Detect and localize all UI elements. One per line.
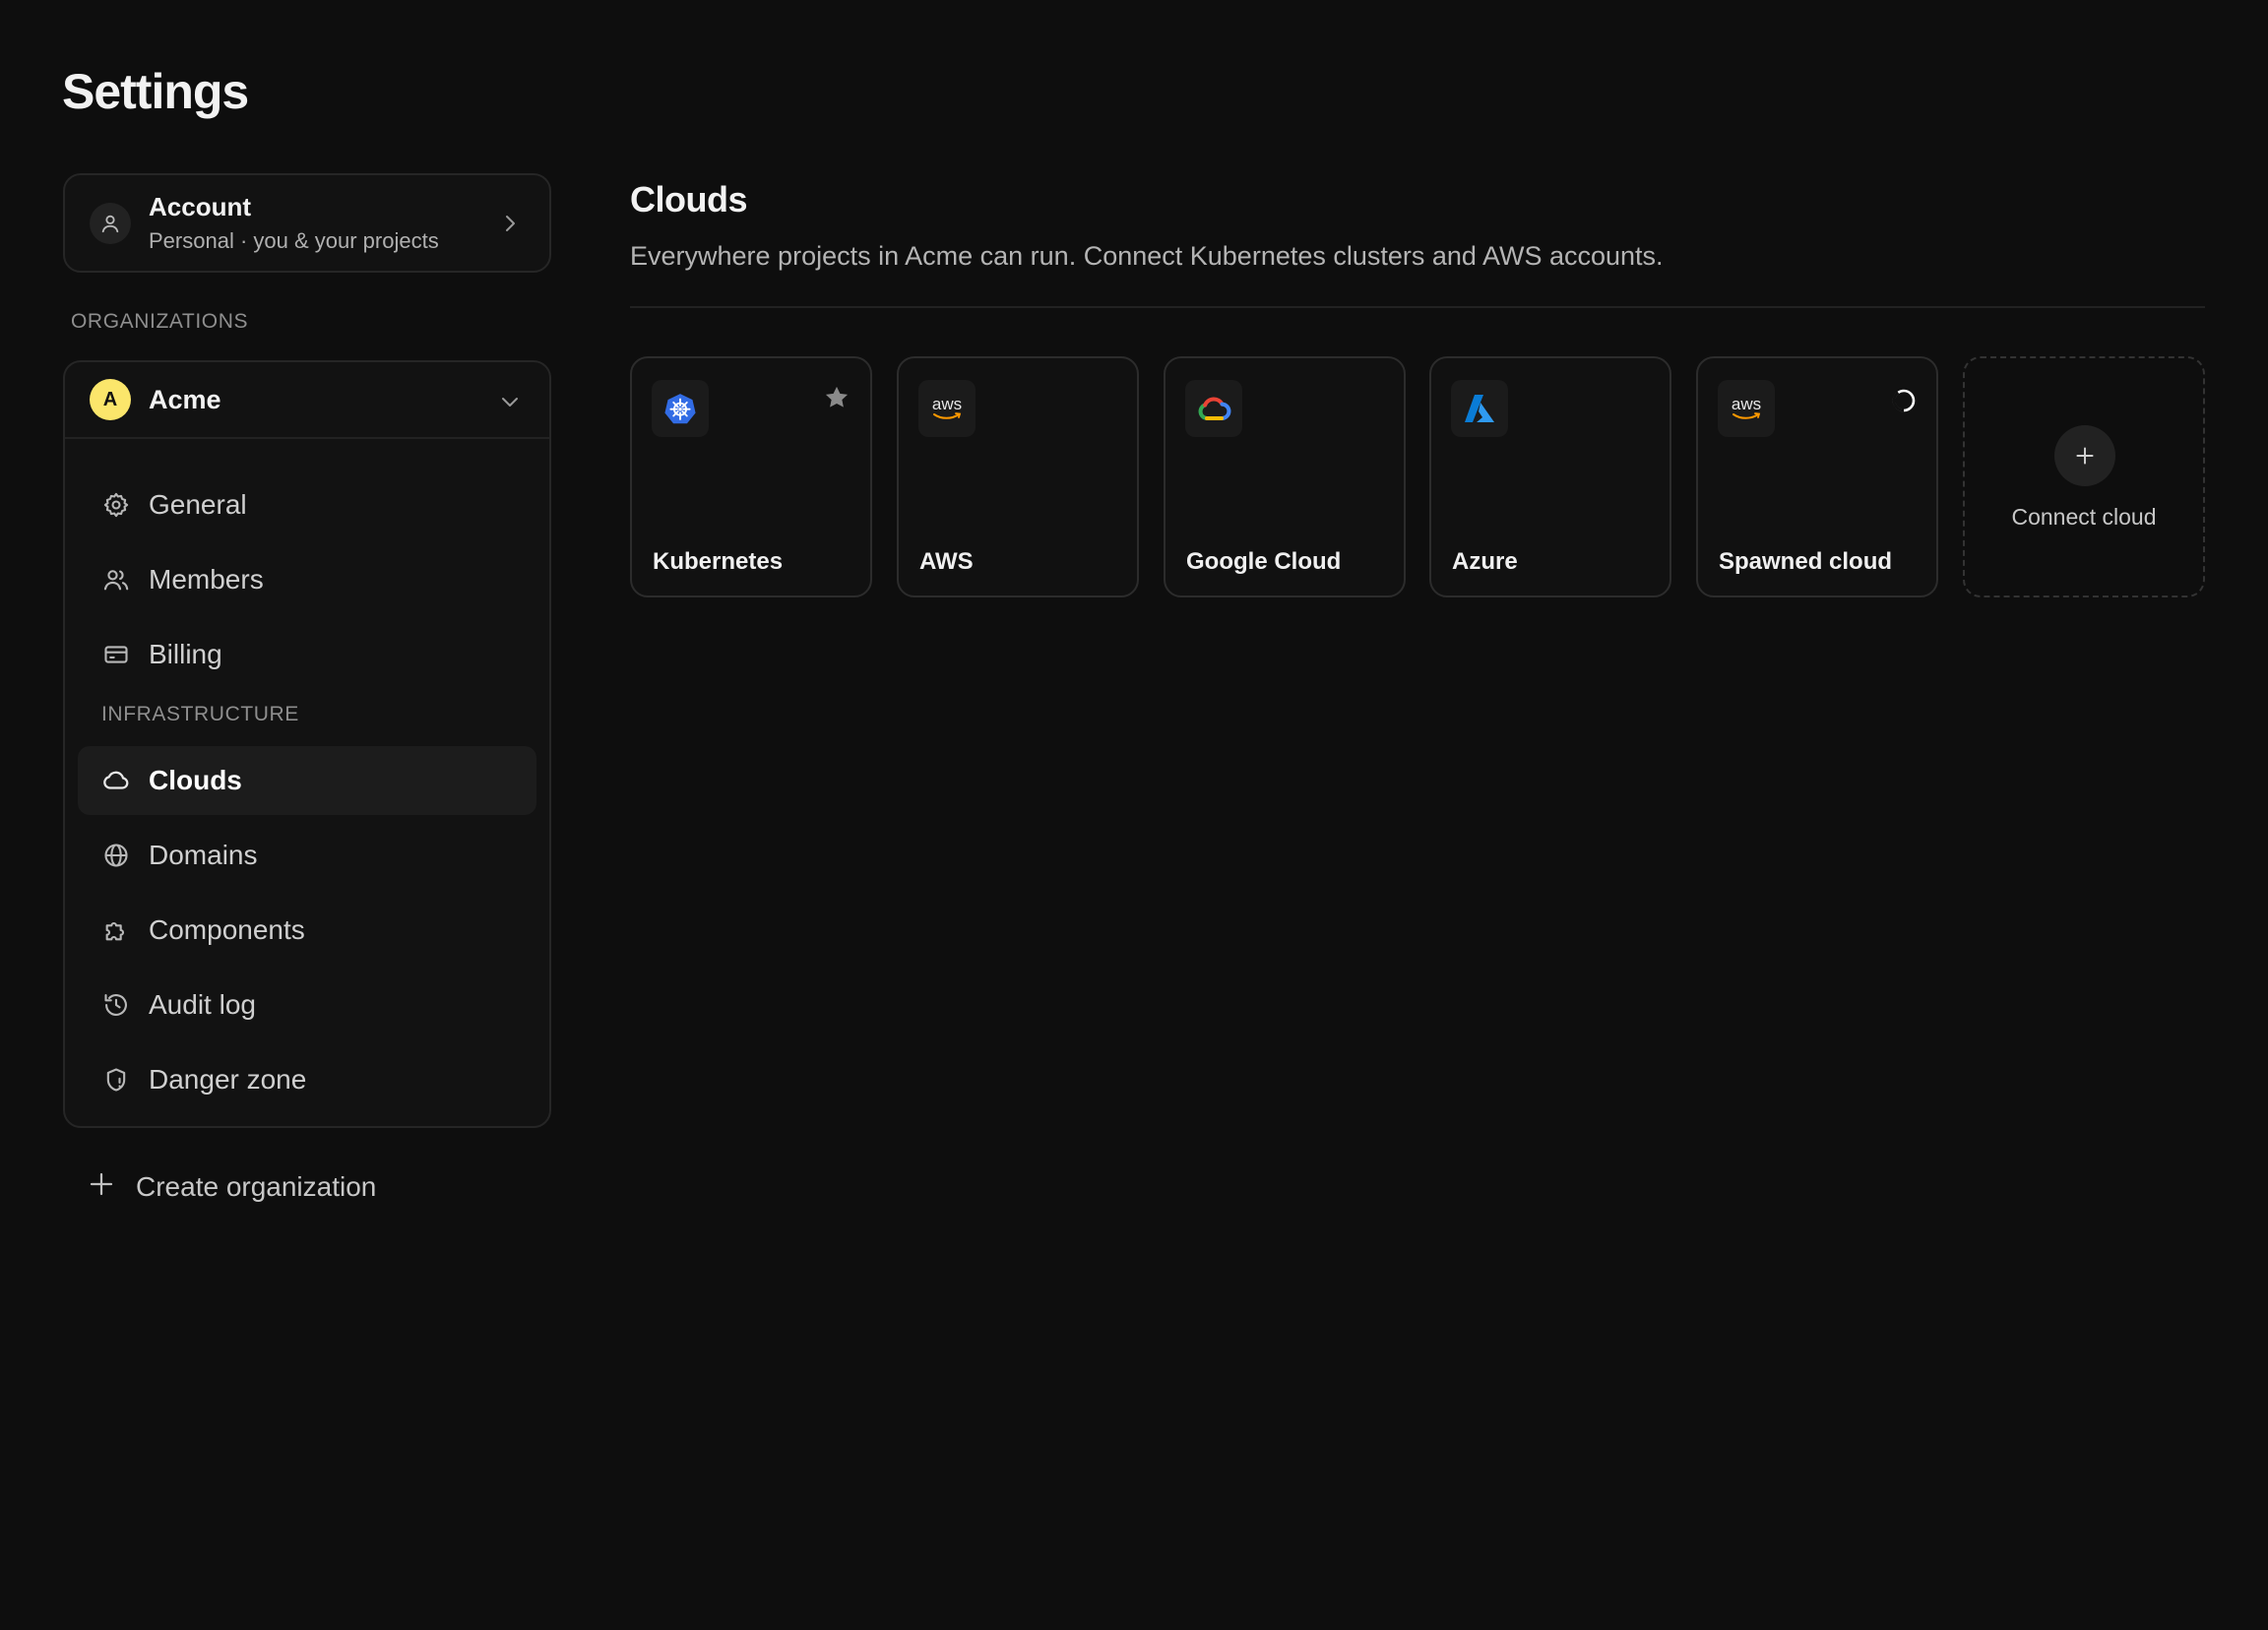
cloud-name-google-cloud: Google Cloud	[1186, 548, 1342, 575]
history-icon	[101, 990, 131, 1020]
org-card: A Acme General Members Billing INFRASTRU…	[63, 360, 551, 1128]
nav-item-clouds[interactable]: Clouds	[78, 746, 536, 815]
users-icon	[101, 565, 131, 595]
cloud-card-spawned-cloud[interactable]: aws Spawned cloud	[1696, 356, 1938, 597]
cloud-card-aws[interactable]: aws AWS	[897, 356, 1139, 597]
star-icon[interactable]	[823, 384, 850, 416]
cloud-name-kubernetes: Kubernetes	[653, 548, 784, 575]
cloud-card-google-cloud[interactable]: Google Cloud	[1164, 356, 1406, 597]
connect-cloud-button[interactable]: Connect cloud	[1963, 356, 2205, 597]
divider	[630, 306, 2205, 308]
user-icon	[90, 202, 131, 244]
nav-item-general[interactable]: General	[78, 470, 536, 539]
account-card[interactable]: Account Personal · you & your projects	[63, 173, 551, 273]
org-avatar: A	[90, 379, 131, 420]
nav-label-billing: Billing	[149, 639, 222, 669]
nav-label-general: General	[149, 489, 247, 520]
cloud-name-spawned-cloud: Spawned cloud	[1719, 548, 1893, 575]
section-title: Clouds	[630, 179, 748, 219]
chevron-right-icon	[498, 212, 522, 240]
cloud-card-kubernetes[interactable]: Kubernetes	[630, 356, 872, 597]
aws-logo-icon: aws	[918, 380, 976, 437]
credit-card-icon	[101, 640, 131, 669]
nav-label-audit-log: Audit log	[149, 989, 256, 1020]
aws-logo-icon: aws	[1718, 380, 1775, 437]
account-title: Account	[149, 192, 251, 221]
aws-logo-text: aws	[1731, 395, 1762, 413]
create-organization-label: Create organization	[136, 1170, 377, 1202]
azure-logo-icon	[1451, 380, 1508, 437]
nav-label-clouds: Clouds	[149, 765, 242, 795]
create-organization-button[interactable]: Create organization	[87, 1169, 376, 1204]
connect-cloud-label: Connect cloud	[2011, 504, 2157, 530]
shield-alert-icon	[101, 1065, 131, 1095]
kubernetes-logo-icon	[652, 380, 709, 437]
chevron-down-icon	[498, 390, 522, 418]
nav-item-audit-log[interactable]: Audit log	[78, 971, 536, 1039]
organizations-label: ORGANIZATIONS	[71, 310, 249, 333]
cloud-card-azure[interactable]: Azure	[1429, 356, 1671, 597]
nav-label-components: Components	[149, 914, 305, 945]
nav-item-danger-zone[interactable]: Danger zone	[78, 1045, 536, 1114]
puzzle-icon	[101, 915, 131, 945]
page-title: Settings	[62, 64, 249, 119]
nav-item-domains[interactable]: Domains	[78, 821, 536, 890]
nav-item-billing[interactable]: Billing	[78, 620, 536, 689]
nav-item-members[interactable]: Members	[78, 545, 536, 614]
cloud-name-azure: Azure	[1452, 548, 1518, 575]
nav-label-danger-zone: Danger zone	[149, 1064, 307, 1095]
account-subtitle: Personal · you & your projects	[149, 228, 439, 253]
aws-logo-text: aws	[931, 395, 963, 413]
nav-label-members: Members	[149, 564, 264, 595]
section-description: Everywhere projects in Acme can run. Con…	[630, 241, 1664, 271]
nav-label-domains: Domains	[149, 840, 258, 870]
plus-icon	[87, 1169, 116, 1204]
gear-icon	[101, 490, 131, 520]
google-cloud-logo-icon	[1185, 380, 1242, 437]
nav-item-components[interactable]: Components	[78, 896, 536, 965]
infrastructure-label: INFRASTRUCTURE	[101, 703, 299, 725]
org-name: Acme	[149, 384, 221, 414]
org-switcher[interactable]: A Acme	[65, 362, 549, 439]
plus-icon	[2054, 425, 2115, 486]
globe-icon	[101, 841, 131, 870]
cloud-name-aws: AWS	[919, 548, 974, 575]
loading-spinner-icon	[1891, 388, 1917, 418]
cloud-icon	[101, 766, 131, 795]
